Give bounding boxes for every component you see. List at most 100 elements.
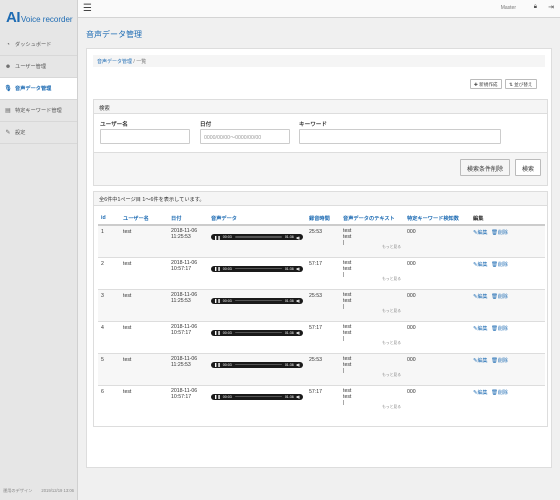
player-length: 01:36 — [284, 394, 294, 399]
volume-icon[interactable]: ◀) — [296, 266, 300, 271]
sidebar-item-keywords[interactable]: ▤ 特定キーワード管理 — [0, 100, 77, 122]
edit-label: 編集 — [477, 293, 488, 300]
progress-bar[interactable] — [234, 363, 282, 366]
row-actions: ✎編集 🗑︎削除 — [470, 384, 545, 417]
col-keyword-count[interactable]: 特定キーワード検知数 — [404, 212, 470, 226]
row-id: 4 — [98, 320, 120, 353]
col-text[interactable]: 音声データのテキスト — [340, 212, 404, 226]
search-heading: 検索 — [94, 100, 547, 114]
sidebar-item-settings[interactable]: ✎ 設定 — [0, 122, 77, 144]
table-row: 4 test 2018-11-06 10:57:17 ❚❚ 00:03 01:3… — [98, 320, 545, 353]
more-link[interactable]: もっと見る — [343, 309, 401, 314]
pause-icon[interactable]: ❚❚ — [214, 394, 221, 399]
row-actions: ✎編集 🗑︎削除 — [470, 256, 545, 289]
row-actions: ✎編集 🗑︎削除 — [470, 288, 545, 321]
row-date: 2018-11-06 11:25:53 — [168, 352, 208, 385]
volume-icon[interactable]: ◀) — [296, 298, 300, 303]
more-link[interactable]: もっと見る — [343, 245, 401, 250]
pause-icon[interactable]: ❚❚ — [214, 266, 221, 271]
delete-label: 削除 — [497, 357, 508, 364]
delete-label: 削除 — [497, 230, 508, 236]
delete-link[interactable]: 🗑︎削除 — [491, 230, 508, 236]
delete-link[interactable]: 🗑︎削除 — [491, 294, 508, 300]
edit-label: 編集 — [477, 325, 488, 332]
progress-bar[interactable] — [234, 299, 282, 302]
row-date-time: 10:57:17 — [171, 265, 192, 272]
app-logo[interactable]: AIVoice recorder — [0, 0, 77, 34]
date-range-input[interactable]: 0000/00/00〜0000/00/00 — [200, 129, 290, 144]
edit-link[interactable]: ✎編集 — [473, 326, 488, 332]
users-icon: ☻ — [4, 63, 12, 70]
volume-icon[interactable]: ◀) — [296, 362, 300, 367]
edit-link[interactable]: ✎編集 — [473, 230, 488, 236]
pause-icon[interactable]: ❚❚ — [214, 330, 221, 335]
delete-link[interactable]: 🗑︎削除 — [491, 326, 508, 332]
audio-player[interactable]: ❚❚ 00:03 01:36 ◀) — [211, 393, 303, 400]
col-id[interactable]: id — [98, 212, 120, 226]
search-button[interactable]: 検索 — [514, 159, 541, 176]
progress-bar[interactable] — [234, 267, 282, 270]
edit-link[interactable]: ✎編集 — [473, 358, 488, 364]
user-name-input[interactable] — [100, 129, 190, 144]
trash-icon: 🗑︎ — [491, 230, 498, 236]
progress-bar[interactable] — [234, 236, 282, 238]
row-user: test — [120, 352, 168, 385]
progress-bar[interactable] — [234, 331, 282, 334]
row-user: test — [120, 256, 168, 289]
player-length: 01:36 — [284, 330, 294, 335]
logout-icon[interactable]: ⇥ — [548, 3, 554, 11]
audio-player[interactable]: ❚❚ 00:03 01:36 ◀) — [211, 329, 303, 336]
audio-player[interactable]: ❚❚ 00:03 01:36 ◀) — [211, 361, 303, 368]
audio-player[interactable]: ❚❚ 00:03 01:36 ◀) — [211, 297, 303, 304]
volume-icon[interactable]: ◀) — [296, 394, 300, 399]
audio-player[interactable]: ❚❚ 00:03 01:36 ◀) — [211, 234, 303, 240]
microphone-icon: 🎙︎ — [4, 86, 12, 92]
sort-button-label: 並び替え — [514, 81, 533, 87]
clear-search-button[interactable]: 検索条件削除 — [459, 159, 510, 176]
delete-link[interactable]: 🗑︎削除 — [491, 262, 508, 268]
sidebar-item-voice-data[interactable]: 🎙︎ 音声データ管理 — [0, 78, 77, 100]
row-date: 2018-11-06 11:25:53 — [168, 288, 208, 321]
row-date-time: 11:25:53 — [171, 361, 191, 368]
pause-icon[interactable]: ❚❚ — [214, 298, 221, 303]
new-button[interactable]: ✚ 新規作成 — [470, 79, 502, 89]
hamburger-menu-icon[interactable]: ☰ — [83, 3, 92, 15]
col-duration[interactable]: 録音時間 — [306, 212, 340, 226]
edit-label: 編集 — [477, 357, 488, 364]
pause-icon[interactable]: ❚❚ — [214, 235, 221, 240]
more-link[interactable]: もっと見る — [343, 373, 401, 378]
col-audio[interactable]: 音声データ — [208, 212, 306, 226]
trash-icon: 🗑︎ — [491, 293, 498, 300]
player-position: 00:03 — [222, 298, 232, 303]
sidebar-item-dashboard[interactable]: ◔ ダッシュボード — [0, 34, 77, 56]
sidebar-footer: 運用のデザイン 2019/12/19 13:06 — [3, 488, 74, 494]
progress-bar[interactable] — [234, 395, 282, 398]
row-audio: ❚❚ 00:03 01:36 ◀) — [208, 320, 306, 353]
audio-player[interactable]: ❚❚ 00:03 01:36 ◀) — [211, 265, 303, 272]
col-date[interactable]: 日付 — [168, 212, 208, 226]
sidebar-item-users[interactable]: ☻ ユーザー管理 — [0, 56, 77, 78]
pause-icon[interactable]: ❚❚ — [214, 362, 221, 367]
breadcrumb-link[interactable]: 音声データ管理 — [97, 59, 132, 65]
more-link[interactable]: もっと見る — [343, 405, 401, 410]
row-keyword-count: 000 — [404, 256, 470, 289]
breadcrumb-separator: / — [133, 59, 135, 65]
volume-icon[interactable]: ◀) — [296, 235, 300, 240]
delete-link[interactable]: 🗑︎削除 — [491, 358, 508, 364]
edit-link[interactable]: ✎編集 — [473, 390, 488, 396]
more-link[interactable]: もっと見る — [343, 277, 401, 282]
col-user[interactable]: ユーザー名 — [120, 212, 168, 226]
delete-link[interactable]: 🗑︎削除 — [491, 390, 508, 396]
row-keyword-count: 000 — [404, 384, 470, 417]
footer-timestamp: 2019/12/19 13:06 — [41, 488, 74, 493]
more-link[interactable]: もっと見る — [343, 341, 401, 346]
row-text: test test | もっと見る — [340, 352, 404, 385]
sort-button[interactable]: ⇅ 並び替え — [505, 79, 537, 89]
edit-link[interactable]: ✎編集 — [473, 294, 488, 300]
volume-icon[interactable]: ◀) — [296, 330, 300, 335]
row-duration: 25:53 — [306, 352, 340, 385]
table-row: 5 test 2018-11-06 11:25:53 ❚❚ 00:03 01:3… — [98, 352, 545, 385]
edit-link[interactable]: ✎編集 — [473, 262, 488, 268]
keyword-input[interactable] — [299, 129, 501, 144]
lock-icon[interactable]: 🔒︎ — [534, 4, 537, 11]
